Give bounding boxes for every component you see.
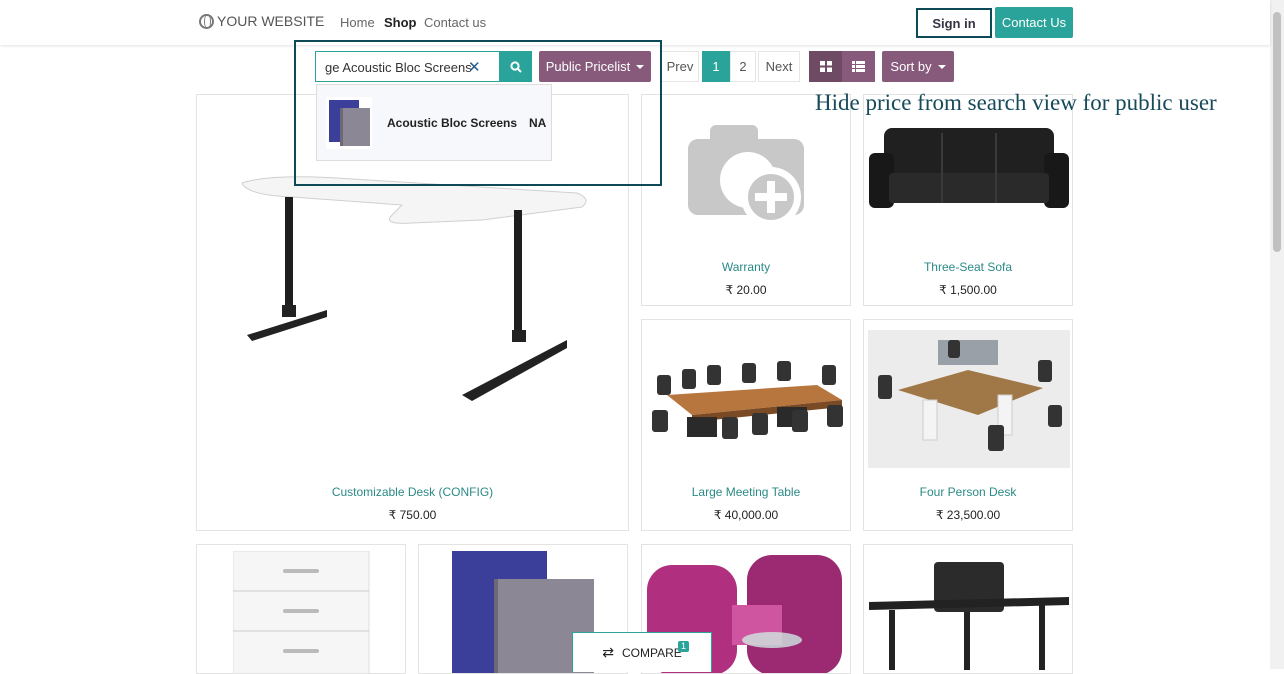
product-name[interactable]: Three-Seat Sofa <box>864 260 1072 274</box>
product-name[interactable]: Four Person Desk <box>864 485 1072 499</box>
sort-by-dropdown[interactable]: Sort by <box>882 51 954 82</box>
product-card[interactable]: Warranty ₹ 20.00 <box>641 94 851 306</box>
sort-by-label: Sort by <box>890 59 932 74</box>
compare-arrows-icon: ⇄ <box>602 644 614 660</box>
product-image <box>652 361 843 439</box>
caret-down-icon <box>937 64 946 69</box>
clear-search-icon[interactable]: ✕ <box>468 58 481 76</box>
top-navbar: YOUR WEBSITE Home Shop Contact us Sign i… <box>0 0 1270 45</box>
product-image <box>869 562 1069 670</box>
contact-us-button[interactable]: Contact Us <box>995 7 1073 38</box>
product-price: ₹ 20.00 <box>725 283 767 297</box>
search-icon <box>510 60 522 73</box>
caret-down-icon <box>636 64 645 69</box>
pager-page-2[interactable]: 2 <box>730 51 756 82</box>
grid-view-button[interactable] <box>809 51 842 82</box>
annotation-caption: Hide price from search view for public u… <box>815 90 1217 115</box>
pager-page-1[interactable]: 1 <box>702 51 730 82</box>
pager-prev[interactable]: Prev <box>661 51 699 82</box>
page-scrollbar[interactable] <box>1270 0 1284 669</box>
product-image <box>869 128 1069 208</box>
product-card[interactable] <box>863 544 1073 674</box>
nav-home[interactable]: Home <box>340 15 375 30</box>
product-name[interactable]: Large Meeting Table <box>642 485 850 499</box>
logo-text: YOUR WEBSITE <box>217 13 325 29</box>
compare-button[interactable]: ⇄ COMPARE 1 <box>572 632 712 672</box>
list-view-button[interactable] <box>842 51 875 82</box>
compare-label: COMPARE <box>621 645 682 660</box>
product-thumbnail[interactable] <box>326 97 372 149</box>
sign-in-button[interactable]: Sign in <box>916 8 992 38</box>
product-card[interactable]: Large Meeting Table ₹ 40,000.00 <box>641 319 851 531</box>
product-price: ₹ 40,000.00 <box>713 508 779 522</box>
product-card[interactable]: Three-Seat Sofa ₹ 1,500.00 <box>863 94 1073 306</box>
suggestion-name[interactable]: Acoustic Bloc Screens <box>387 116 517 130</box>
product-image <box>868 330 1070 468</box>
nav-shop[interactable]: Shop <box>384 15 417 30</box>
product-card[interactable] <box>196 544 406 674</box>
product-image <box>233 551 370 673</box>
product-price: ₹ 750.00 <box>388 508 437 522</box>
product-image <box>241 176 587 401</box>
site-logo[interactable]: YOUR WEBSITE <box>199 13 324 29</box>
compare-count-badge: 1 <box>678 641 690 652</box>
product-price: ₹ 1,500.00 <box>939 283 997 297</box>
suggestion-price: NA <box>529 116 547 130</box>
scrollbar-thumb[interactable] <box>1273 12 1281 252</box>
search-button[interactable] <box>500 51 532 82</box>
search-autocomplete-dropdown: Acoustic Bloc Screens NA <box>316 84 552 161</box>
pager-next[interactable]: Next <box>758 51 800 82</box>
nav-contact[interactable]: Contact us <box>424 15 486 30</box>
pricelist-dropdown[interactable]: Public Pricelist <box>539 51 651 82</box>
grid-icon <box>819 61 832 72</box>
globe-icon <box>199 13 214 29</box>
pricelist-label: Public Pricelist <box>545 59 631 74</box>
product-name[interactable]: Warranty <box>642 260 850 274</box>
camera-placeholder-icon <box>688 125 804 227</box>
product-card[interactable]: Four Person Desk ₹ 23,500.00 <box>863 319 1073 531</box>
product-name[interactable]: Customizable Desk (CONFIG) <box>197 485 628 499</box>
product-price: ₹ 23,500.00 <box>935 508 1001 522</box>
list-icon <box>852 61 865 72</box>
